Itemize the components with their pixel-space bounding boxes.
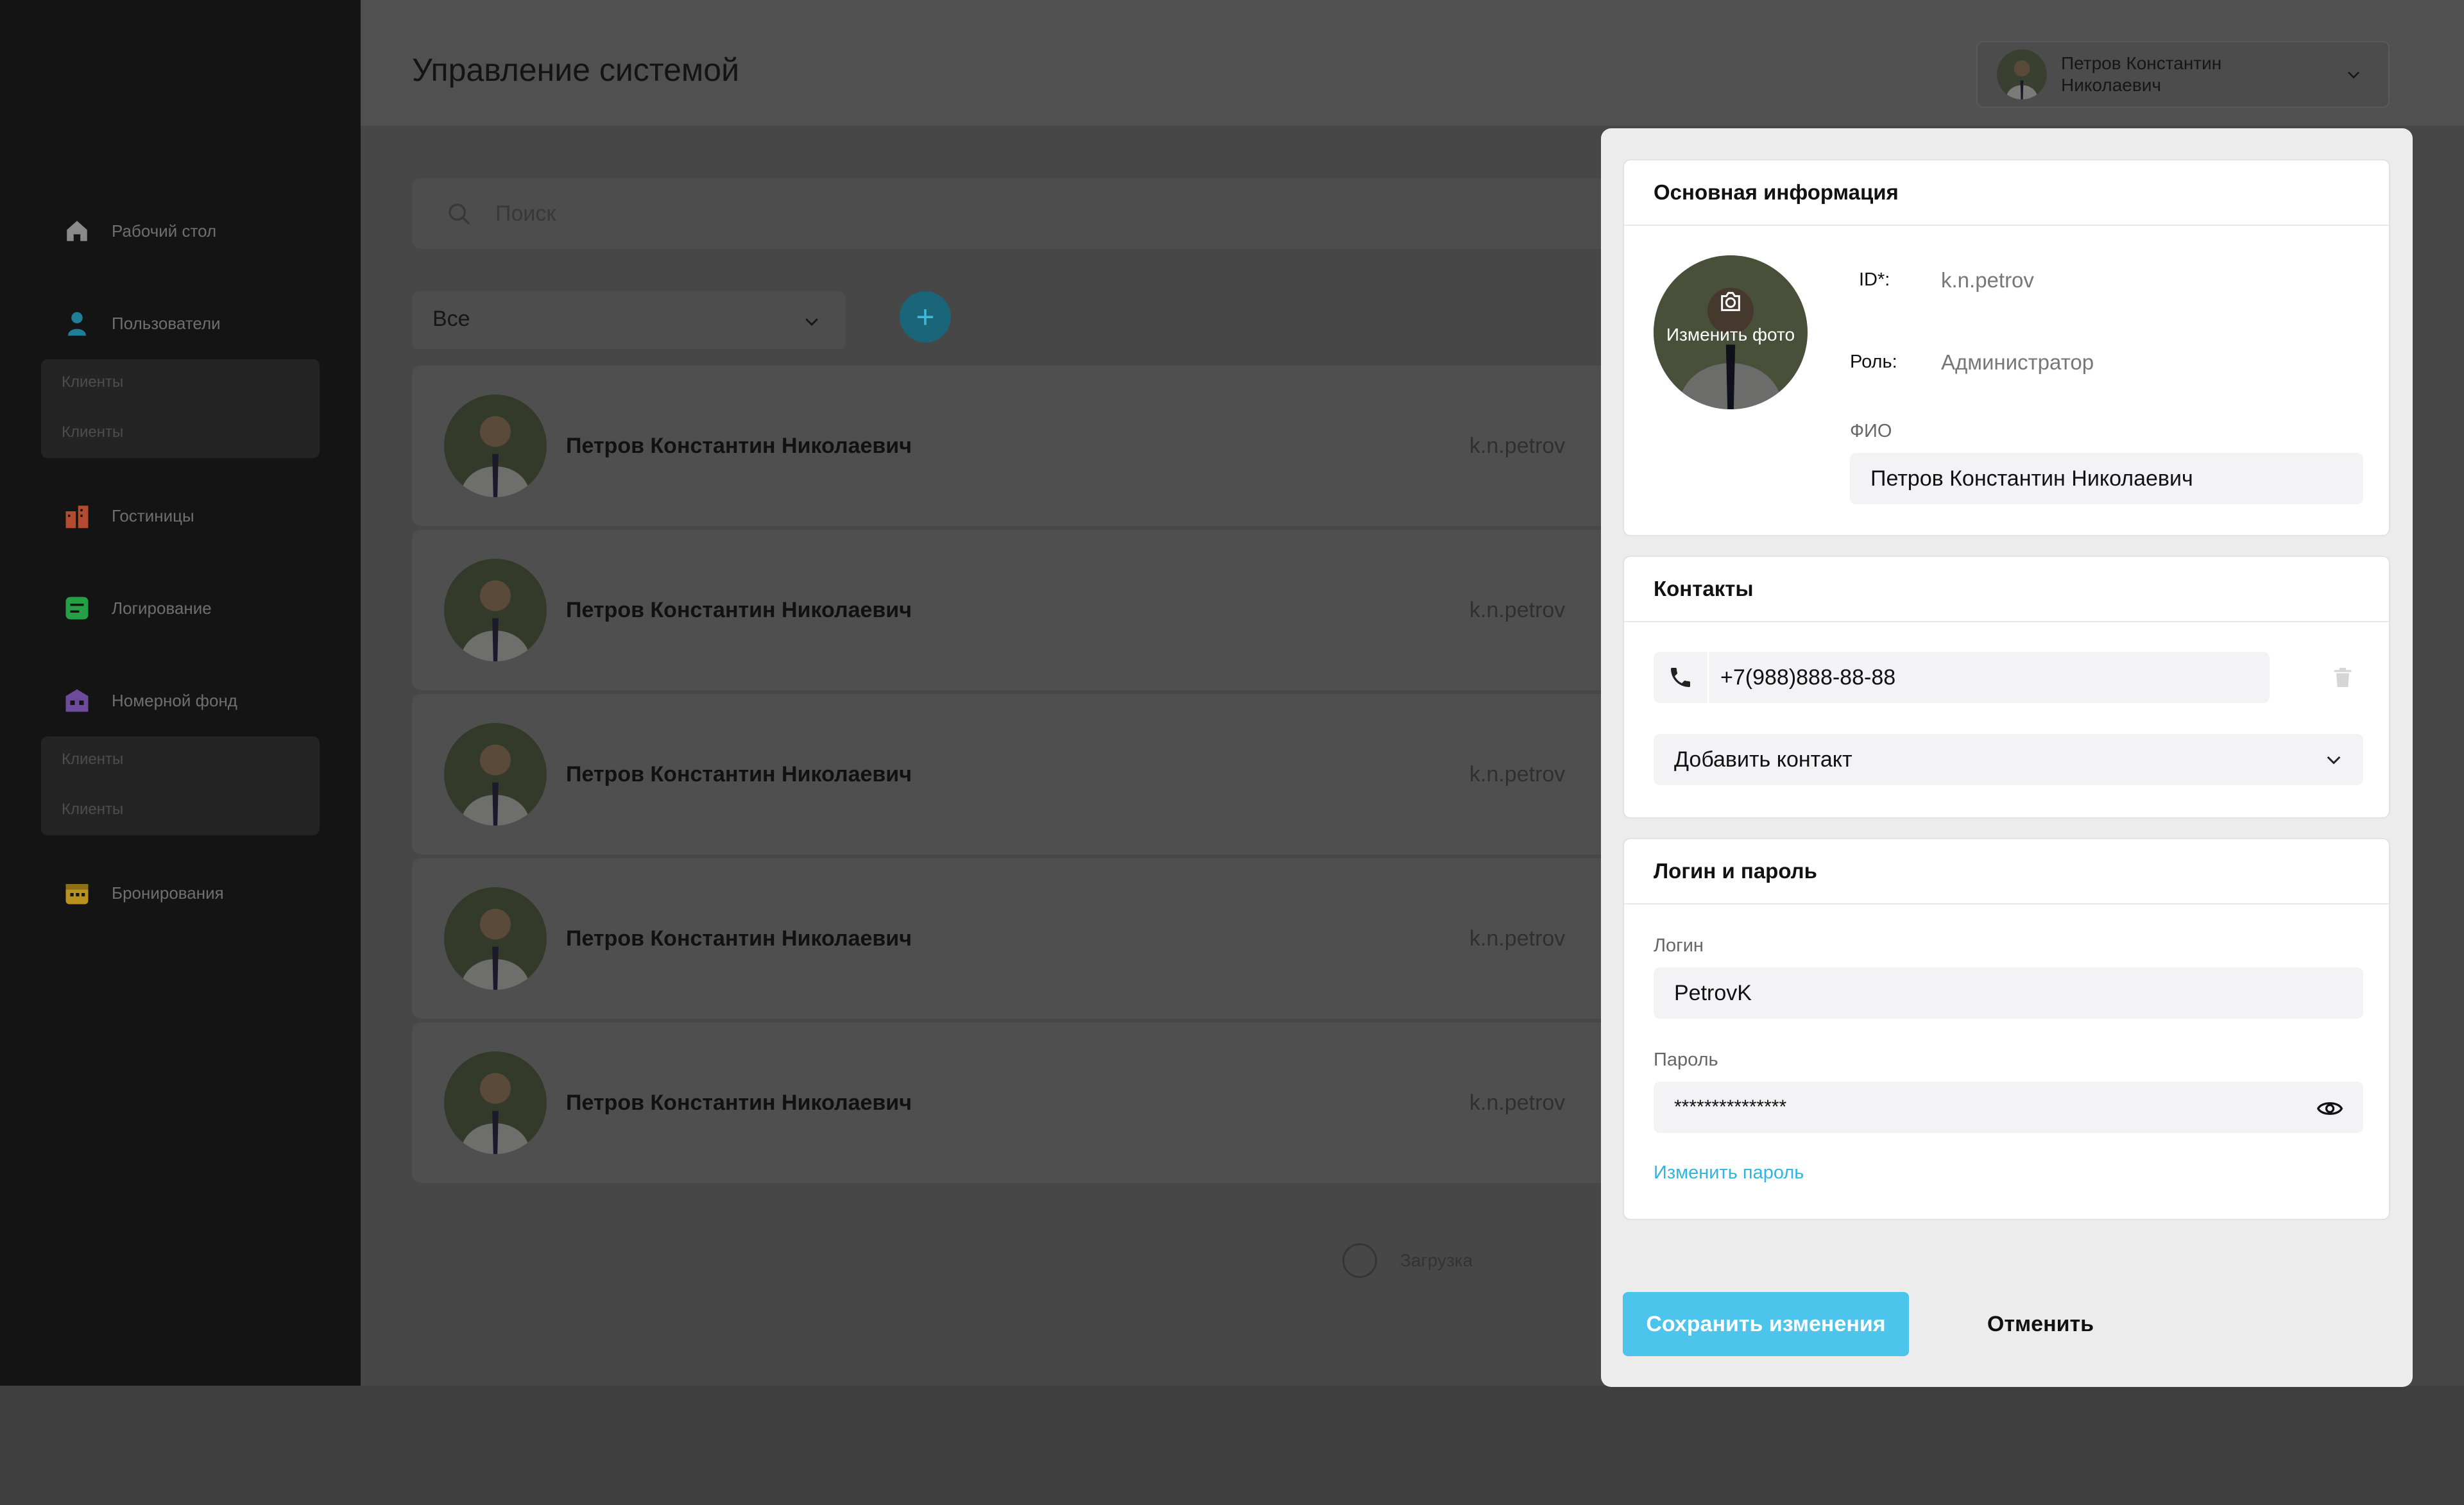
change-photo-label: Изменить фото — [1666, 325, 1795, 344]
spinner-icon — [1342, 1243, 1377, 1278]
top-bar: Управление системой Петров Константин Ни… — [361, 0, 2464, 126]
save-button[interactable]: Сохранить изменения — [1623, 1292, 1909, 1356]
avatar — [444, 559, 547, 661]
sidebar-item-desktop[interactable]: Рабочий стол — [63, 212, 216, 250]
search-placeholder: Поиск — [495, 201, 556, 226]
camera-icon — [1718, 289, 1743, 318]
user-login: k.n.petrov — [1469, 926, 1566, 951]
chevron-down-icon — [2345, 65, 2363, 87]
user-full-name: Петров Константин Николаевич — [566, 598, 912, 622]
sidebar-item-label: Пользователи — [112, 313, 221, 333]
sidebar-item-label: Логирование — [112, 598, 212, 618]
sidebar-item-hotels[interactable]: Гостиницы — [63, 497, 194, 535]
sidebar-item-room-stock[interactable]: Номерной фонд — [63, 681, 237, 720]
cancel-button[interactable]: Отменить — [1947, 1292, 2134, 1356]
sidebar: Рабочий стол Пользователи Клиенты Клиент… — [0, 0, 361, 1386]
section-title: Контакты — [1624, 557, 2389, 622]
avatar — [1997, 49, 2047, 99]
change-password-link[interactable]: Изменить пароль — [1654, 1162, 1804, 1184]
sidebar-item-label: Бронирования — [112, 883, 224, 903]
user-full-name: Петров Константин Николаевич — [566, 762, 912, 787]
credentials-card: Логин и пароль Логин PetrovK Пароль ****… — [1623, 838, 2390, 1220]
add-user-button[interactable]: + — [900, 291, 951, 343]
rooms-icon — [63, 686, 91, 715]
add-contact-select[interactable]: Добавить контакт — [1654, 734, 2363, 785]
section-title: Логин и пароль — [1624, 839, 2389, 905]
avatar — [444, 887, 547, 990]
sidebar-item-label: Номерной фонд — [112, 690, 237, 710]
edit-user-modal: Основная информация Изменить фото ID*: k… — [1601, 128, 2413, 1387]
trash-icon[interactable] — [2330, 665, 2356, 693]
user-login: k.n.petrov — [1469, 762, 1566, 787]
page-title: Управление системой — [412, 52, 740, 88]
user-login: k.n.petrov — [1469, 1091, 1566, 1115]
password-value: *************** — [1674, 1096, 1787, 1118]
user-login: k.n.petrov — [1469, 434, 1566, 458]
users-submenu: Клиенты Клиенты — [41, 359, 320, 458]
fio-label: ФИО — [1850, 421, 1892, 441]
phone-value: +7(988)888-88-88 — [1720, 665, 1896, 690]
calendar-icon — [63, 879, 91, 907]
eye-icon[interactable] — [2316, 1094, 2344, 1128]
hotel-icon — [63, 502, 91, 530]
loading-label: Загрузка — [1400, 1250, 1473, 1270]
sidebar-item-bookings[interactable]: Бронирования — [63, 874, 224, 912]
submenu-item-clients[interactable]: Клиенты — [62, 423, 123, 441]
password-field[interactable]: *************** — [1654, 1082, 2363, 1133]
chevron-down-icon — [802, 312, 821, 334]
user-full-name: Петров Константин Николаевич — [566, 1091, 912, 1115]
role-value: Администратор — [1941, 350, 2094, 374]
filter-value: Все — [432, 307, 470, 331]
sidebar-item-users[interactable]: Пользователи — [63, 304, 221, 343]
search-icon — [447, 201, 472, 230]
submenu-item-clients[interactable]: Клиенты — [62, 373, 123, 391]
loading-indicator: Загрузка — [1342, 1243, 1473, 1278]
home-icon — [63, 217, 91, 245]
section-title: Основная информация — [1624, 160, 2389, 226]
phone-field[interactable]: +7(988)888-88-88 — [1654, 652, 2270, 703]
user-full-name: Петров Константин Николаевич — [566, 434, 912, 458]
id-value: k.n.petrov — [1941, 268, 2034, 292]
sidebar-item-label: Гостиницы — [112, 506, 194, 525]
sidebar-item-logging[interactable]: Логирование — [63, 589, 212, 627]
submenu-item-clients[interactable]: Клиенты — [62, 751, 123, 769]
user-full-name: Петров Константин Николаевич — [566, 926, 912, 951]
login-label: Логин — [1654, 935, 1704, 956]
contacts-card: Контакты +7(988)888-88-88 Добавить конта… — [1623, 556, 2390, 819]
user-icon — [63, 309, 91, 337]
sidebar-item-label: Рабочий стол — [112, 221, 217, 241]
fio-field[interactable]: Петров Константин Николаевич — [1850, 453, 2363, 504]
avatar — [444, 1051, 547, 1154]
filter-select[interactable]: Все — [412, 291, 846, 349]
add-contact-label: Добавить контакт — [1674, 747, 1852, 772]
log-icon — [63, 594, 91, 622]
id-label: ID*: — [1859, 269, 1890, 290]
basic-info-card: Основная информация Изменить фото ID*: k… — [1623, 159, 2390, 536]
chevron-down-icon — [2323, 749, 2344, 776]
user-login: k.n.petrov — [1469, 598, 1566, 622]
rooms-submenu: Клиенты Клиенты — [41, 736, 320, 835]
change-photo-button[interactable]: Изменить фото — [1654, 255, 1808, 409]
user-menu[interactable]: Петров Константин Николаевич — [1976, 41, 2390, 108]
phone-icon — [1654, 652, 1709, 703]
password-label: Пароль — [1654, 1050, 1718, 1070]
submenu-item-clients[interactable]: Клиенты — [62, 801, 123, 819]
avatar — [444, 395, 547, 497]
role-label: Роль: — [1850, 352, 1897, 372]
login-field[interactable]: PetrovK — [1654, 967, 2363, 1019]
user-name: Петров Константин Николаевич — [2061, 53, 2222, 95]
avatar — [444, 723, 547, 826]
